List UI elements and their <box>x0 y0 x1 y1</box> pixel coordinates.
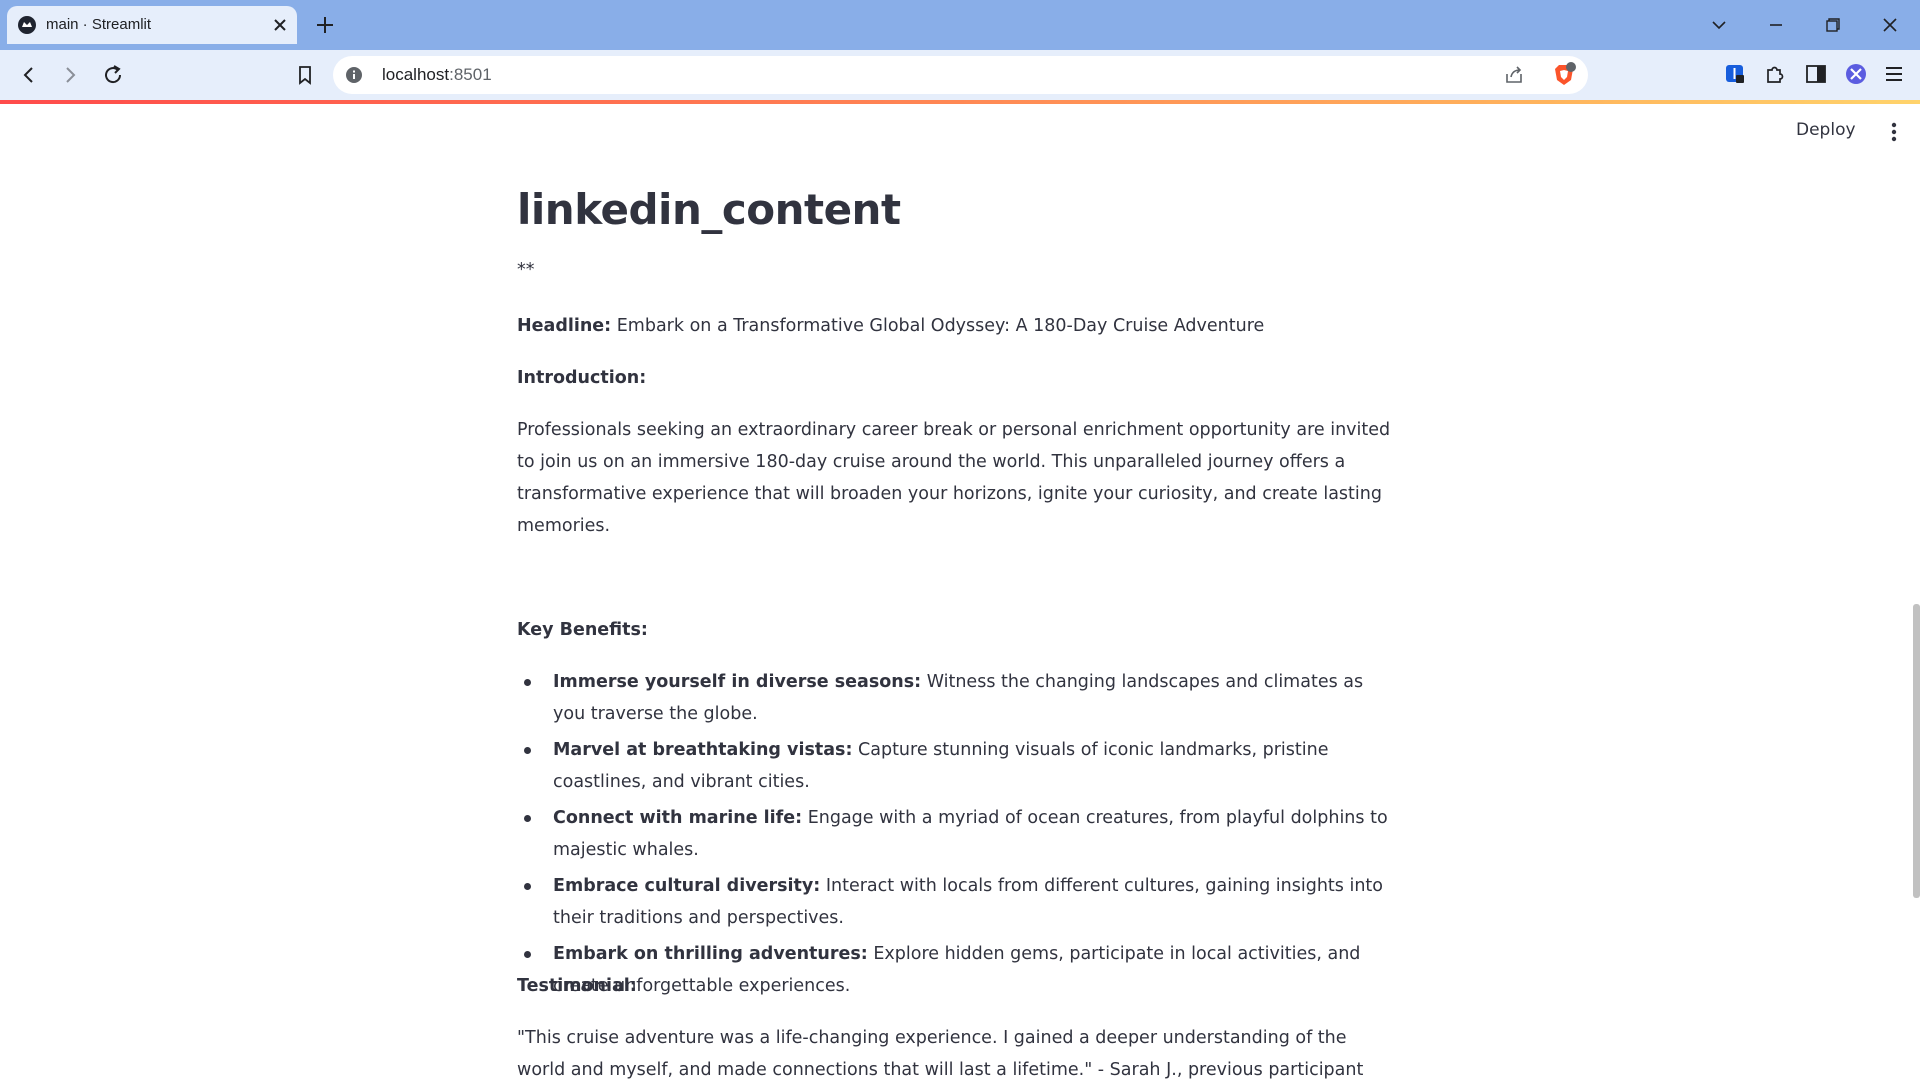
back-icon[interactable] <box>16 62 42 88</box>
bitwarden-extension-icon[interactable] <box>1723 62 1747 86</box>
list-item: Marvel at breathtaking vistas: Capture s… <box>517 734 1397 798</box>
bullet-icon <box>524 815 531 822</box>
list-item: Immerse yourself in diverse seasons: Wit… <box>517 666 1397 730</box>
new-tab-icon[interactable] <box>312 12 338 38</box>
profile-avatar-icon[interactable] <box>1844 62 1868 86</box>
restore-icon[interactable] <box>1820 12 1846 38</box>
browser-tab[interactable]: main · Streamlit <box>7 6 297 44</box>
minimize-icon[interactable] <box>1763 12 1789 38</box>
list-item: Embrace cultural diversity: Interact wit… <box>517 870 1397 934</box>
benefit-title: Embark on thrilling adventures: <box>553 944 868 964</box>
forward-icon[interactable] <box>57 62 83 88</box>
deploy-button[interactable]: Deploy <box>1796 120 1856 140</box>
tab-search-chevron-icon[interactable] <box>1706 12 1732 38</box>
benefit-title: Connect with marine life: <box>553 808 803 828</box>
bullet-icon <box>524 951 531 958</box>
share-icon[interactable] <box>1503 64 1525 86</box>
url-host: localhost <box>382 65 450 84</box>
extensions-puzzle-icon[interactable] <box>1763 62 1787 86</box>
close-window-icon[interactable] <box>1877 12 1903 38</box>
bookmark-icon[interactable] <box>292 62 318 88</box>
url-text[interactable]: localhost:8501 <box>382 66 492 84</box>
benefits-list: Immerse yourself in diverse seasons: Wit… <box>517 666 1397 1006</box>
list-item: Embark on thrilling adventures: Explore … <box>517 938 1397 1002</box>
browser-menu-icon[interactable] <box>1882 62 1906 86</box>
tab-title: main · Streamlit <box>46 16 152 33</box>
stars-text: ** <box>517 260 535 280</box>
benefit-title: Embrace cultural diversity: <box>553 876 821 896</box>
address-bar[interactable]: localhost:8501 <box>333 56 1588 94</box>
site-info-icon[interactable] <box>345 66 363 84</box>
bullet-icon <box>524 679 531 686</box>
page-title: linkedin_content <box>517 185 901 234</box>
page-scrollbar[interactable] <box>1910 104 1920 1080</box>
main-menu-icon[interactable] <box>1884 118 1904 146</box>
bullet-icon <box>524 747 531 754</box>
benefit-title: Marvel at breathtaking vistas: <box>553 740 853 760</box>
list-item: Connect with marine life: Engage with a … <box>517 802 1397 866</box>
introduction-heading: Introduction: <box>517 368 647 388</box>
testimonial-paragraph: "This cruise adventure was a life-changi… <box>517 1028 1364 1080</box>
browser-tab-strip: main · Streamlit <box>0 0 1920 50</box>
key-benefits-heading: Key Benefits: <box>517 620 648 640</box>
testimonial-heading: Testimonial: <box>517 976 637 996</box>
main-content: linkedin_content ** Headline: Embark on … <box>517 104 1397 1080</box>
sidebar-toggle-icon[interactable] <box>1804 62 1828 86</box>
reload-icon[interactable] <box>100 62 126 88</box>
streamlit-favicon-icon <box>18 16 36 34</box>
bullet-icon <box>524 883 531 890</box>
headline-label: Headline: <box>517 316 612 336</box>
introduction-paragraph: Professionals seeking an extraordinary c… <box>517 420 1391 536</box>
close-tab-icon[interactable] <box>269 14 291 36</box>
brave-shields-icon[interactable] <box>1551 62 1577 88</box>
benefit-title: Immerse yourself in diverse seasons: <box>553 672 922 692</box>
browser-toolbar: localhost:8501 <box>0 50 1920 100</box>
url-port: :8501 <box>449 65 492 84</box>
headline-text: Embark on a Transformative Global Odysse… <box>611 316 1265 336</box>
scrollbar-thumb[interactable] <box>1913 604 1920 898</box>
headline-paragraph: Headline: Embark on a Transformative Glo… <box>517 310 1264 342</box>
